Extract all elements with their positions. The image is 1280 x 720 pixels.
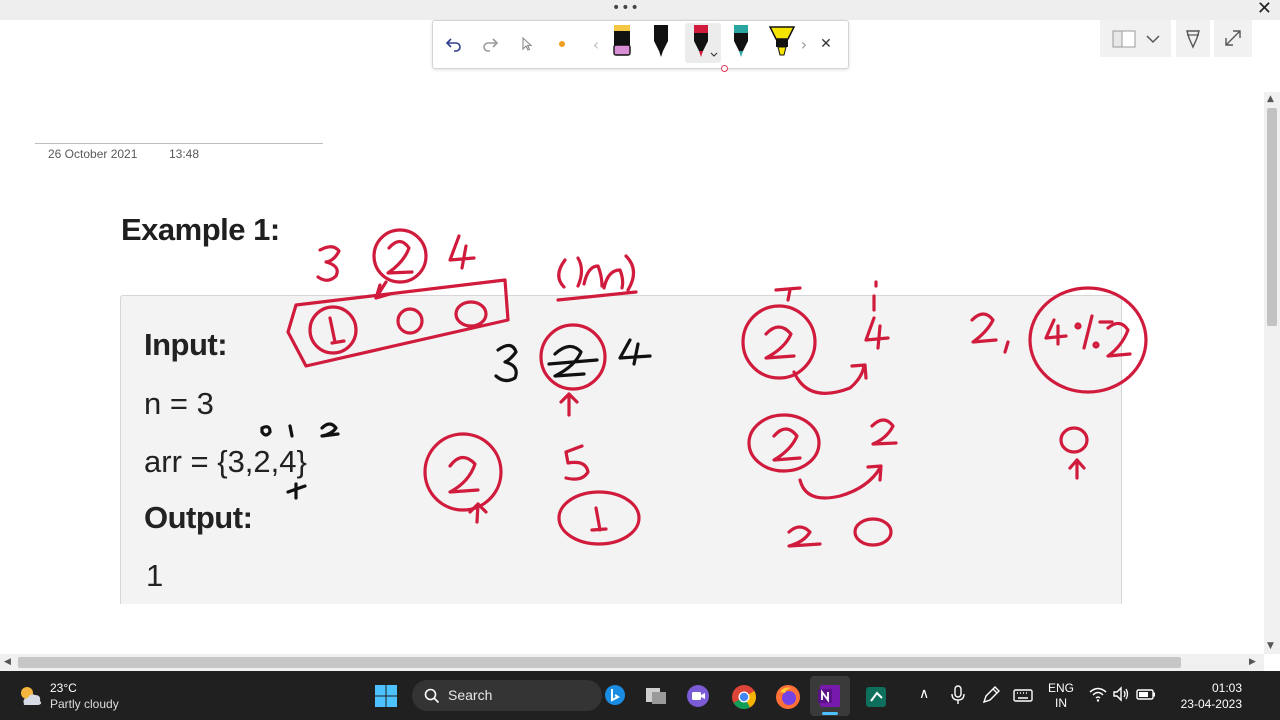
input-n: n = 3 — [144, 386, 214, 421]
laser-pointer-button[interactable] — [549, 31, 575, 57]
ink-circle-2-top — [372, 228, 428, 284]
output-value: 1 — [146, 558, 164, 593]
cursor-icon — [522, 36, 533, 51]
taskbar: 23°C Partly cloudy Search ∧ ENG IN 01:03… — [0, 671, 1280, 720]
clock-date: 23-04-2023 — [1180, 697, 1242, 711]
tray-mic[interactable] — [948, 684, 968, 708]
lang-primary: ENG — [1047, 681, 1074, 695]
red-pen-icon — [694, 25, 718, 57]
window-title-strip — [0, 0, 1280, 20]
tray-wifi[interactable] — [1088, 684, 1108, 708]
pen-mode-button[interactable] — [1176, 20, 1210, 57]
pen-tray-icon — [982, 686, 1000, 704]
language-indicator[interactable]: ENG IN — [1045, 681, 1077, 711]
undo-icon — [445, 38, 461, 52]
undo-button[interactable] — [441, 31, 467, 57]
pen-toolbar: ‹ › ✕ — [432, 20, 849, 72]
weather-temp: 23°C — [50, 681, 77, 695]
pen-teal[interactable] — [728, 23, 754, 63]
weather-desc: Partly cloudy — [50, 697, 119, 711]
input-label: Input: — [144, 327, 228, 362]
partly-cloudy-icon — [21, 687, 42, 705]
scroll-down-arrow[interactable]: ▼ — [1267, 641, 1274, 651]
toolbar-close-button[interactable]: ✕ — [813, 31, 839, 57]
active-app-indicator — [822, 712, 838, 715]
task-view-icon — [646, 688, 666, 704]
page-time: 13:48 — [169, 147, 200, 161]
tray-overflow-chevron[interactable]: ∧ — [919, 685, 929, 702]
tray-volume[interactable] — [1111, 684, 1131, 708]
bing-icon — [605, 685, 625, 705]
pens-prev-button[interactable]: ‹ — [583, 31, 609, 57]
highlighter-pink-icon — [613, 25, 631, 56]
microphone-icon — [951, 685, 965, 704]
search-icon — [424, 688, 440, 704]
view-mode-button[interactable] — [1100, 20, 1171, 57]
video-call-icon — [687, 685, 709, 707]
output-label: Output: — [144, 500, 253, 535]
taskbar-firefox[interactable] — [775, 684, 800, 709]
taskbar-app-extra[interactable] — [863, 684, 887, 708]
start-button[interactable] — [374, 684, 398, 708]
laser-pointer-icon — [559, 41, 565, 47]
ink-O-n — [557, 254, 636, 292]
ink-2-top — [386, 239, 414, 275]
pen-pink-highlighter[interactable] — [609, 23, 635, 63]
redo-button[interactable] — [477, 31, 503, 57]
clock-time: 01:03 — [1211, 681, 1242, 695]
tray-keyboard[interactable] — [1012, 684, 1034, 708]
ink-4-top — [448, 234, 476, 270]
drag-grip[interactable]: ••• — [612, 0, 640, 16]
wifi-icon — [1089, 687, 1107, 702]
teal-pen-icon — [734, 25, 748, 57]
scroll-left-arrow[interactable]: ◀ — [4, 657, 11, 667]
scroll-right-arrow[interactable]: ▶ — [1249, 657, 1256, 667]
scroll-up-arrow[interactable]: ▲ — [1267, 94, 1274, 104]
ink-3-top — [316, 245, 341, 282]
page-view-icon — [1112, 30, 1160, 48]
fullscreen-button[interactable] — [1214, 20, 1252, 57]
example-title: Example 1: — [121, 212, 280, 247]
input-arr: arr = {3,2,4} — [144, 444, 307, 479]
expand-icon — [1225, 30, 1241, 46]
windows-logo-icon — [375, 685, 397, 707]
weather-widget[interactable]: 23°C Partly cloudy — [16, 679, 136, 713]
lang-secondary: IN — [1055, 696, 1067, 710]
select-tool-button[interactable] — [514, 31, 540, 57]
tray-battery[interactable] — [1135, 684, 1157, 708]
page-date: 26 October 2021 — [48, 147, 138, 161]
search-label: Search — [448, 687, 493, 703]
taskbar-task-view[interactable] — [644, 684, 668, 708]
window-close-button[interactable]: ✕ — [1257, 0, 1272, 19]
taskbar-search[interactable]: Search — [412, 680, 625, 711]
tray-pen[interactable] — [980, 684, 1002, 708]
pen-red-selected[interactable] — [685, 23, 721, 63]
clock[interactable]: 01:03 23-04-2023 — [1164, 680, 1242, 712]
speaker-icon — [1113, 686, 1129, 702]
taskbar-onenote-active[interactable] — [810, 676, 850, 716]
battery-icon — [1136, 689, 1155, 700]
show-desktop-corner[interactable] — [1258, 671, 1280, 720]
chrome-icon — [732, 685, 757, 710]
black-pen-icon — [654, 25, 668, 57]
page-title-line[interactable] — [35, 143, 323, 144]
firefox-icon — [776, 685, 800, 709]
keyboard-icon — [1013, 689, 1033, 702]
whiteboard-app-icon — [866, 687, 886, 707]
onenote-icon — [818, 685, 840, 707]
redo-icon — [483, 38, 499, 52]
vertical-scroll-thumb[interactable] — [1267, 108, 1277, 326]
taskbar-chrome[interactable] — [731, 684, 757, 710]
horizontal-scroll-thumb[interactable] — [18, 657, 1181, 668]
taskbar-meet[interactable] — [686, 684, 710, 708]
pen-black[interactable] — [648, 23, 674, 63]
pen-nib-icon — [1186, 30, 1200, 49]
selected-pen-indicator — [721, 65, 728, 72]
